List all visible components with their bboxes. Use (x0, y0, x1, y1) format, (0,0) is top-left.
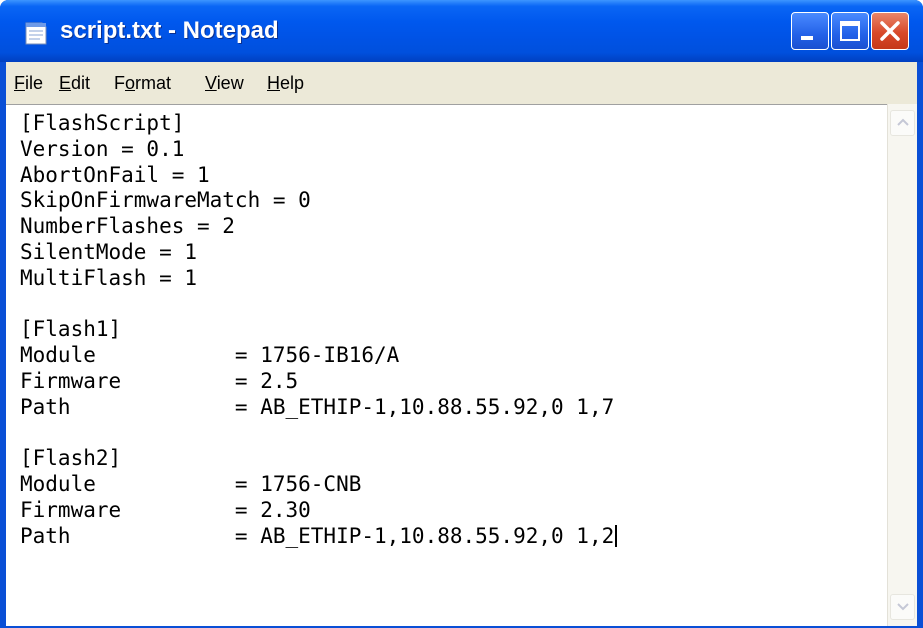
scroll-down-button[interactable] (890, 594, 915, 620)
text-editor[interactable]: [FlashScript] Version = 0.1 AbortOnFail … (6, 104, 917, 626)
title-bar[interactable]: script.txt - Notepad (0, 0, 923, 62)
menu-bar: File Edit Format View Help (6, 62, 917, 104)
notepad-window: script.txt - Notepad File Edit Format Vi… (0, 0, 923, 628)
notepad-icon[interactable] (22, 20, 48, 46)
maximize-icon (840, 21, 860, 41)
editor-text-content: [FlashScript] Version = 0.1 AbortOnFail … (20, 111, 615, 548)
menu-format[interactable]: Format (114, 72, 171, 94)
vertical-scrollbar[interactable] (887, 104, 917, 626)
minimize-button[interactable] (791, 12, 829, 50)
window-title: script.txt - Notepad (60, 17, 279, 44)
close-button[interactable] (871, 12, 909, 50)
minimize-icon (801, 36, 813, 40)
arrow-up-icon (896, 118, 909, 126)
menu-view[interactable]: View (205, 72, 244, 94)
menu-help[interactable]: Help (267, 72, 304, 94)
editor-text[interactable]: [FlashScript] Version = 0.1 AbortOnFail … (20, 111, 618, 550)
arrow-down-icon (896, 603, 909, 611)
text-caret (615, 524, 618, 547)
close-icon (880, 21, 900, 41)
menu-edit[interactable]: Edit (59, 72, 90, 94)
menu-file[interactable]: File (14, 72, 43, 94)
maximize-button[interactable] (831, 12, 869, 50)
scroll-up-button[interactable] (890, 110, 915, 136)
